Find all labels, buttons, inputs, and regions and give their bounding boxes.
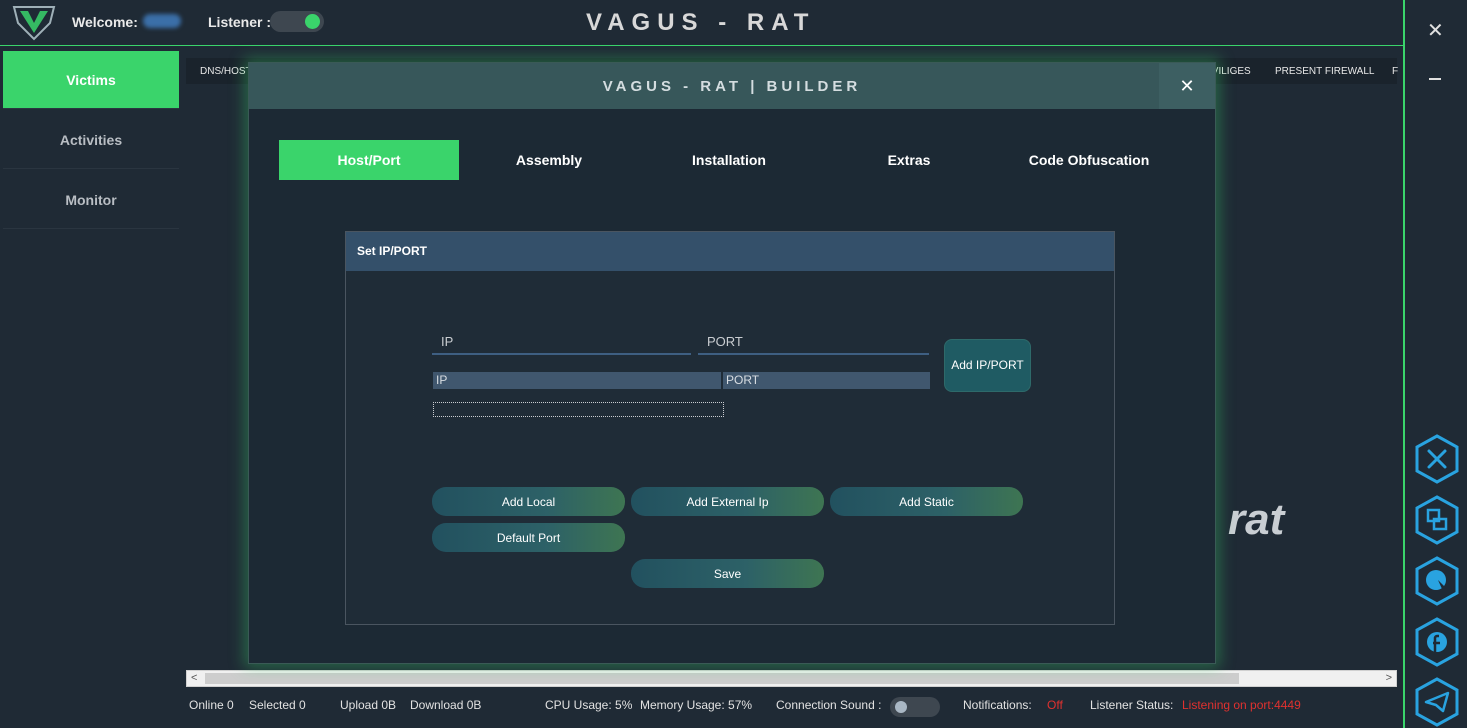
ip-port-grid-header: IP PORT (433, 372, 930, 389)
status-download: Download 0B (410, 698, 482, 712)
tools-icon[interactable] (1414, 434, 1460, 484)
app-title: VAGUS - RAT (586, 9, 816, 36)
sidebar-item-victims[interactable]: Victims (3, 51, 179, 109)
tab-extras[interactable]: Extras (819, 140, 999, 180)
toggle-knob (305, 14, 320, 29)
set-ip-port-panel: Set IP/PORT IP PORT Add IP/PORT Add Loca… (345, 231, 1115, 625)
dialog-close-button[interactable]: ✕ (1159, 63, 1215, 109)
panel-header: Set IP/PORT (346, 232, 1114, 271)
status-online: Online 0 (189, 698, 234, 712)
window-close-icon[interactable]: ✕ (1427, 18, 1444, 43)
dialog-header: VAGUS - RAT | BUILDER ✕ (249, 63, 1215, 109)
tab-host-port[interactable]: Host/Port (279, 140, 459, 180)
scroll-right-icon[interactable]: > (1386, 671, 1392, 686)
watermark-rat-text: rat (1228, 495, 1285, 544)
windows-icon[interactable] (1414, 495, 1460, 545)
add-static-button[interactable]: Add Static (830, 487, 1023, 516)
ip-input[interactable] (432, 330, 691, 353)
vagus-logo-icon (12, 6, 56, 41)
welcome-label: Welcome: (72, 14, 138, 30)
scroll-left-icon[interactable]: < (191, 671, 197, 686)
port-input[interactable] (698, 330, 929, 353)
connection-sound-toggle[interactable] (890, 697, 940, 717)
status-selected: Selected 0 (249, 698, 306, 712)
grid-column-ip[interactable]: IP (433, 372, 721, 389)
dialog-title: VAGUS - RAT | BUILDER (602, 78, 862, 95)
status-cpu: CPU Usage: 5% (545, 698, 633, 712)
status-notifications-label: Notifications: (963, 698, 1032, 712)
add-local-button[interactable]: Add Local (432, 487, 625, 516)
status-sound-label: Connection Sound : (776, 698, 882, 712)
status-listener-label: Listener Status: (1090, 698, 1174, 712)
facebook-icon[interactable] (1414, 617, 1460, 667)
horizontal-scrollbar[interactable]: < > (186, 670, 1397, 687)
add-external-ip-button[interactable]: Add External Ip (631, 487, 824, 516)
column-truncated[interactable]: F (1392, 66, 1398, 77)
sidebar-item-activities[interactable]: Activities (3, 111, 179, 169)
top-bar: Welcome: Listener : VAGUS - RAT (0, 0, 1403, 46)
right-rail: ✕ (1403, 0, 1467, 728)
add-ip-port-button[interactable]: Add IP/PORT (944, 339, 1031, 392)
telegram-icon[interactable] (1414, 677, 1460, 727)
sidebar-item-monitor[interactable]: Monitor (3, 171, 179, 229)
globe-cursor-icon[interactable] (1414, 556, 1460, 606)
column-dns-host[interactable]: DNS/HOST (200, 66, 252, 77)
close-icon: ✕ (1179, 75, 1195, 96)
tab-installation[interactable]: Installation (639, 140, 819, 180)
listener-label: Listener : (208, 14, 272, 30)
status-memory: Memory Usage: 57% (640, 698, 753, 712)
tab-code-obfuscation[interactable]: Code Obfuscation (999, 140, 1179, 180)
listener-toggle[interactable] (270, 11, 324, 32)
port-field[interactable] (698, 330, 929, 355)
grid-selected-row[interactable] (433, 402, 724, 417)
ip-field[interactable] (432, 330, 691, 355)
status-upload: Upload 0B (340, 698, 397, 712)
scrollbar-thumb[interactable] (205, 673, 1239, 684)
window-minimize-icon[interactable] (1429, 78, 1441, 80)
sidebar: Victims Activities Monitor (0, 47, 182, 728)
toggle-knob (895, 701, 907, 713)
default-port-button[interactable]: Default Port (432, 523, 625, 552)
builder-dialog: VAGUS - RAT | BUILDER ✕ Host/Port Assemb… (248, 62, 1216, 664)
column-present-firewall[interactable]: PRESENT FIREWALL (1275, 66, 1374, 77)
status-listener-value: Listening on port:4449 (1182, 698, 1301, 712)
tab-assembly[interactable]: Assembly (459, 140, 639, 180)
save-button[interactable]: Save (631, 559, 824, 588)
panel-title: Set IP/PORT (357, 244, 428, 258)
status-notifications-value: Off (1047, 698, 1063, 712)
grid-column-port[interactable]: PORT (723, 372, 930, 389)
username-blurred (143, 14, 181, 28)
